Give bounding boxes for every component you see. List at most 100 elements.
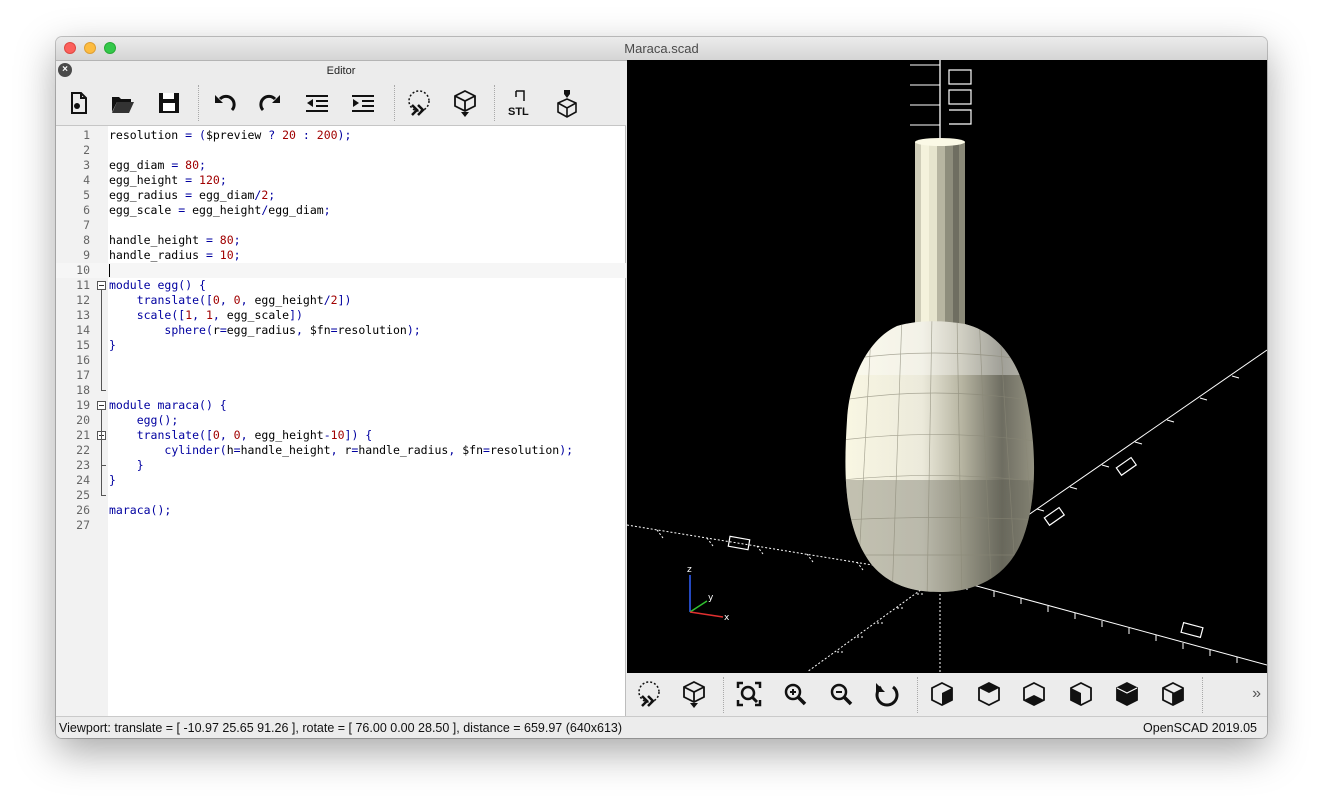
code-line[interactable]: 14 sphere(r=egg_radius, $fn=resolution); (56, 323, 626, 338)
line-number: 8 (83, 233, 90, 247)
code-line[interactable]: 11 module egg() { (56, 278, 626, 293)
line-number: 5 (83, 188, 90, 202)
line-number: 19 (76, 398, 90, 412)
code-text: scale([1, 1, egg_scale]) (136, 308, 303, 322)
code-line[interactable]: 15} (56, 338, 626, 353)
line-number: 15 (76, 338, 90, 352)
code-text: } (109, 458, 144, 472)
code-line[interactable]: 25 (56, 488, 626, 503)
code-line[interactable]: 24} (56, 473, 626, 488)
view-right-icon[interactable] (927, 679, 957, 709)
code-line[interactable]: 1 resolution = ($preview ? 20 : 200); (56, 128, 626, 143)
code-text: module maraca() { (109, 398, 227, 412)
fold-end (101, 390, 106, 391)
indent-icon[interactable] (348, 88, 378, 118)
fold-toggle-icon[interactable] (97, 281, 106, 290)
new-file-icon[interactable] (63, 88, 93, 118)
redo-icon[interactable] (255, 88, 285, 118)
preview-icon[interactable] (634, 679, 664, 709)
line-number: 12 (76, 293, 90, 307)
view-all-icon[interactable] (734, 679, 764, 709)
line-number: 27 (76, 518, 90, 532)
code-line[interactable]: 8 handle_height = 80; (56, 233, 626, 248)
line-number: 26 (76, 503, 90, 517)
line-number: 24 (76, 473, 90, 487)
line-number: 14 (76, 323, 90, 337)
view-front-icon[interactable] (1112, 679, 1142, 709)
viewer-panel: z y x » (627, 60, 1267, 715)
code-text: egg_scale = egg_height/egg_diam; (109, 203, 331, 217)
viewport-status: Viewport: translate = [ -10.97 25.65 91.… (59, 721, 623, 735)
version-label: OpenSCAD 2019.05 (1143, 721, 1257, 735)
line-number: 21 (76, 428, 90, 442)
code-line[interactable]: 19 module maraca() { (56, 398, 626, 413)
send-to-print-icon[interactable] (552, 88, 582, 118)
line-number: 4 (83, 173, 90, 187)
code-line[interactable]: 4 egg_height = 120; (56, 173, 626, 188)
code-line[interactable]: 20 egg(); (56, 413, 626, 428)
line-number: 2 (83, 143, 90, 157)
status-bar: Viewport: translate = [ -10.97 25.65 91.… (56, 716, 1267, 738)
code-text: handle_radius = 10; (109, 248, 241, 262)
view-top-icon[interactable] (974, 679, 1004, 709)
line-number: 11 (76, 278, 90, 292)
code-text: sphere(r=egg_radius, $fn=resolution); (164, 323, 421, 337)
code-text: translate([0, 0, egg_height/2]) (136, 293, 352, 307)
unindent-icon[interactable] (302, 88, 332, 118)
export-stl-icon[interactable]: STL (506, 88, 536, 118)
code-line[interactable]: 18 (56, 383, 626, 398)
svg-text:STL: STL (508, 106, 529, 118)
code-line[interactable]: 6 egg_scale = egg_height/egg_diam; (56, 203, 626, 218)
view-bottom-icon[interactable] (1019, 679, 1049, 709)
code-line[interactable]: 22 cylinder(h=handle_height, r=handle_ra… (56, 443, 626, 458)
code-line[interactable]: 17 (56, 368, 626, 383)
line-number: 3 (83, 158, 90, 172)
code-line[interactable]: 16 (56, 353, 626, 368)
code-text: } (109, 473, 116, 487)
code-line[interactable]: 13 scale([1, 1, egg_scale]) (56, 308, 626, 323)
code-editor[interactable]: 1 resolution = ($preview ? 20 : 200); 2 3 eg… (56, 126, 626, 716)
line-number: 6 (83, 203, 90, 217)
text-caret (109, 264, 110, 277)
line-number: 20 (76, 413, 90, 427)
code-line[interactable]: 5 egg_radius = egg_diam/2; (56, 188, 626, 203)
code-text: handle_height = 80; (109, 233, 241, 247)
render-icon[interactable] (450, 88, 480, 118)
view-back-icon[interactable] (1158, 679, 1188, 709)
line-number: 13 (76, 308, 90, 322)
code-line[interactable]: 12 translate([0, 0, egg_height/2]) (56, 293, 626, 308)
y-axis-label: y (708, 593, 714, 603)
code-line[interactable]: 21 translate([0, 0, egg_height-10]) { (56, 428, 626, 443)
code-line[interactable]: 26 maraca(); (56, 503, 626, 518)
x-axis-label: x (724, 613, 730, 623)
code-text: resolution = ($preview ? 20 : 200); (109, 128, 352, 142)
code-line[interactable]: 27 (56, 518, 626, 533)
view-left-icon[interactable] (1066, 679, 1096, 709)
code-line[interactable]: 3 egg_diam = 80; (56, 158, 626, 173)
window-title: Maraca.scad (624, 41, 699, 56)
code-line[interactable]: 10 (56, 263, 626, 278)
render-icon[interactable] (679, 679, 709, 709)
open-file-icon[interactable] (108, 88, 138, 118)
3d-viewport[interactable]: z y x (627, 60, 1267, 673)
code-text: } (109, 338, 116, 352)
undo-icon[interactable] (210, 88, 240, 118)
code-line[interactable]: 23 } (56, 458, 626, 473)
z-axis-label: z (687, 565, 692, 575)
code-text: module egg() { (109, 278, 206, 292)
code-line[interactable]: 9 handle_radius = 10; (56, 248, 626, 263)
code-line[interactable]: 2 (56, 143, 626, 158)
code-line[interactable]: 7 (56, 218, 626, 233)
line-number: 7 (83, 218, 90, 232)
preview-icon[interactable] (404, 88, 434, 118)
zoom-in-icon[interactable] (780, 679, 810, 709)
code-text: egg(); (136, 413, 179, 427)
reset-view-icon[interactable] (872, 679, 902, 709)
more-tools-button[interactable]: » (1252, 685, 1261, 703)
line-number: 18 (76, 383, 90, 397)
zoom-out-icon[interactable] (826, 679, 856, 709)
app-window: Maraca.scad × Editor STL 1 resolution = … (56, 37, 1267, 738)
fold-toggle-icon[interactable] (97, 401, 106, 410)
save-icon[interactable] (154, 88, 184, 118)
line-number: 10 (76, 263, 90, 277)
